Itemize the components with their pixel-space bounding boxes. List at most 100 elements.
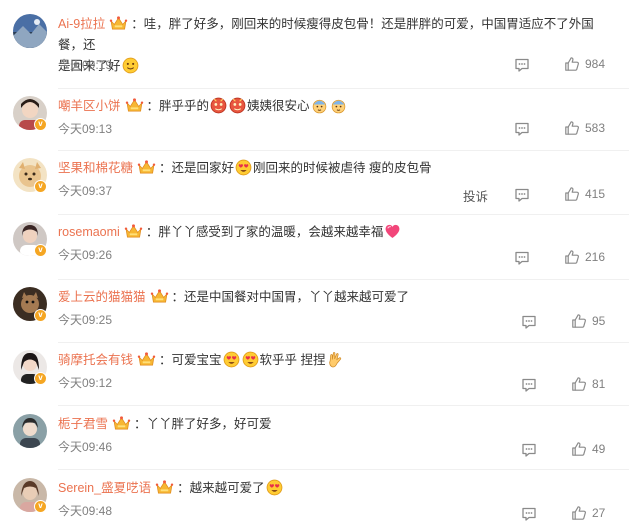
crown-icon (125, 98, 144, 113)
like-button[interactable]: 984 (564, 56, 605, 72)
reply-button[interactable] (521, 442, 537, 458)
heart-eyes-emoji-icon (235, 159, 252, 176)
avatar[interactable] (13, 14, 47, 48)
verified-badge-icon: v (34, 180, 47, 193)
username[interactable]: rosemaomi (58, 225, 120, 239)
like-icon (564, 186, 580, 202)
timestamp: 今天09:46 (58, 440, 113, 454)
timestamp: 今天09:26 (58, 248, 113, 262)
comment-item: v 坚果和棉花糖 ：还是回家好 刚回来的时候被虐待 瘦的皮包骨 今天09:37 投诉… (0, 158, 629, 208)
heart-eyes-emoji-icon (242, 351, 259, 368)
comment-text-continued: 姨姨很安心 (247, 99, 310, 113)
comment-text: ：还是中国餐对中国胃，丫丫越来越可爱了 (171, 290, 410, 304)
timestamp: 今天09:48 (58, 504, 113, 518)
divider (58, 405, 629, 406)
comment-icon (514, 187, 530, 203)
username[interactable]: Ai-9拉拉 (58, 17, 105, 31)
like-count: 583 (585, 121, 606, 135)
like-count: 27 (592, 506, 606, 520)
divider (58, 88, 629, 89)
like-icon (571, 441, 587, 457)
comment-text: ：哇，胖了好多，刚回来的时候瘦得皮包骨！还是胖胖的可爱，中国胃适应不了外国餐，还 (58, 17, 594, 52)
crown-icon (155, 480, 174, 495)
username[interactable]: Serein_盛夏呓语 (58, 481, 151, 495)
username[interactable]: 栀子君雪 (58, 417, 108, 431)
comment-item: v 爱上云的猫猫猫 ：还是中国餐对中国胃，丫丫越来越可爱了 今天09:25 95 (0, 287, 629, 337)
comment-text: ：胖乎乎的 (146, 99, 210, 113)
avatar[interactable] (13, 414, 47, 448)
comment-item: 栀子君雪 ：丫丫胖了好多，好可爱 今天09:46 49 (0, 414, 629, 464)
reply-button[interactable] (514, 121, 530, 137)
like-button[interactable]: 583 (564, 120, 605, 136)
verified-badge-icon: v (34, 500, 47, 513)
like-icon (564, 120, 580, 136)
baby-emoji-icon (330, 97, 347, 114)
like-button[interactable]: 216 (564, 249, 605, 265)
username[interactable]: 坚果和棉花糖 (58, 161, 133, 175)
verified-badge-icon: v (34, 309, 47, 322)
red-face-emoji-icon (229, 97, 246, 114)
comment-text-continued: 刚回来的时候被虐待 瘦的皮包骨 (253, 161, 432, 175)
like-count: 216 (585, 250, 606, 264)
username[interactable]: 骑摩托会有钱 (58, 353, 133, 367)
reply-button[interactable] (514, 187, 530, 203)
comment-icon (521, 442, 537, 458)
like-button[interactable]: 81 (571, 376, 605, 392)
reply-button[interactable] (514, 57, 530, 73)
comment-item: v rosemaomi ：胖丫丫感受到了家的温暖，会越来越幸福 今天09:26 2… (0, 222, 629, 272)
heart-eyes-emoji-icon (266, 479, 283, 496)
like-count: 415 (585, 187, 606, 201)
comment-item: v 嘲羊区小饼 ：胖乎乎的 姨姨很安心 今天09:13 583 (0, 96, 629, 146)
comment-text-continued: 软乎乎 捏捏 (259, 353, 326, 367)
divider (58, 214, 629, 215)
username[interactable]: 爱上云的猫猫猫 (58, 290, 146, 304)
comment-icon (514, 250, 530, 266)
like-count: 984 (585, 57, 606, 71)
like-icon (571, 376, 587, 392)
like-icon (564, 249, 580, 265)
comment-icon (514, 121, 530, 137)
like-button[interactable]: 415 (564, 186, 605, 202)
comment-icon (521, 506, 537, 522)
like-count: 49 (592, 442, 606, 456)
crown-icon (109, 16, 128, 31)
like-icon (571, 313, 587, 329)
timestamp: 今天09:37 (58, 184, 113, 198)
divider (58, 150, 629, 151)
red-face-emoji-icon (210, 97, 227, 114)
comment-text: ：越来越可爱了 (177, 481, 265, 495)
smile-emoji-icon (122, 57, 139, 74)
reply-button[interactable] (521, 377, 537, 393)
timestamp: 今天09:25 (58, 313, 113, 327)
comment-icon (514, 57, 530, 73)
report-button[interactable]: 投诉 (463, 186, 488, 205)
comment-text: ：胖丫丫感受到了家的温暖，会越来越幸福 (145, 225, 384, 239)
like-button[interactable]: 49 (571, 441, 605, 457)
heart-emoji-icon (384, 223, 401, 240)
heart-eyes-emoji-icon (223, 351, 240, 368)
ok-hand-emoji-icon (327, 351, 344, 368)
comment-icon (521, 377, 537, 393)
timestamp: 今天09:19 (58, 58, 113, 72)
comment-text: ：可爱宝宝 (159, 353, 222, 367)
reply-button[interactable] (521, 314, 537, 330)
comment-text: ：丫丫胖了好多，好可爱 (134, 417, 272, 431)
like-count: 95 (592, 314, 606, 328)
comment-item: Ai-9拉拉 ：哇，胖了好多，刚回来的时候瘦得皮包骨！还是胖胖的可爱，中国胃适应不… (0, 14, 629, 76)
comment-item: v 骑摩托会有钱 ：可爱宝宝 软乎乎 捏捏 今天09:12 81 (0, 350, 629, 400)
like-button[interactable]: 27 (571, 505, 605, 521)
comment-icon (521, 314, 537, 330)
like-button[interactable]: 95 (571, 313, 605, 329)
timestamp: 今天09:13 (58, 122, 113, 136)
comment-item: v Serein_盛夏呓语 ：越来越可爱了 今天09:48 27 (0, 478, 629, 527)
reply-button[interactable] (521, 506, 537, 522)
like-count: 81 (592, 377, 606, 391)
crown-icon (137, 160, 156, 175)
crown-icon (112, 416, 131, 431)
username[interactable]: 嘲羊区小饼 (58, 99, 121, 113)
baby-emoji-icon (311, 97, 328, 114)
verified-badge-icon: v (34, 244, 47, 257)
reply-button[interactable] (514, 250, 530, 266)
verified-badge-icon: v (34, 118, 47, 131)
divider (58, 469, 629, 470)
